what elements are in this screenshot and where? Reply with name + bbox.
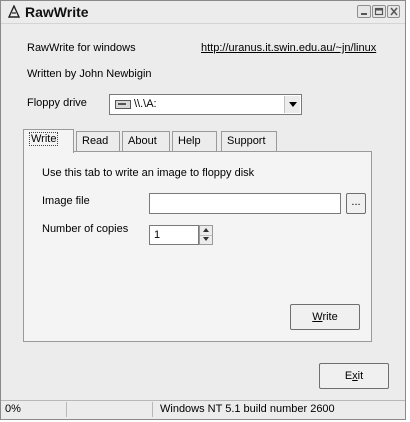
status-cell-2 [69, 402, 153, 417]
copies-input[interactable]: 1 [149, 225, 199, 245]
spin-down-icon[interactable] [200, 235, 212, 244]
write-button[interactable]: Write [290, 304, 360, 330]
status-os-info: Windows NT 5.1 build number 2600 [160, 403, 335, 415]
tab-about-label: About [128, 135, 157, 147]
project-url-link[interactable]: http://uranus.it.swin.edu.au/~jn/linux [201, 42, 376, 54]
app-icon [7, 4, 21, 19]
floppy-drive-value: \\.\A: [134, 98, 157, 110]
write-button-accel: W [312, 311, 323, 323]
window-title: RawWrite [25, 4, 89, 20]
tab-write[interactable]: Write [23, 129, 74, 153]
dropdown-arrow-icon[interactable] [284, 96, 300, 113]
image-file-input[interactable] [149, 193, 341, 214]
tab-write-label: Write [29, 132, 59, 146]
copies-value: 1 [154, 229, 161, 241]
author-label: Written by John Newbigin [27, 68, 152, 80]
tab-support-label: Support [227, 135, 266, 147]
browse-button[interactable]: ... [346, 193, 366, 214]
write-instruction: Use this tab to write an image to floppy… [42, 167, 255, 179]
tab-read-label: Read [82, 135, 109, 147]
floppy-drive-label: Floppy drive [27, 97, 87, 109]
image-file-label: Image file [42, 195, 90, 207]
floppy-drive-icon [115, 100, 131, 112]
maximize-button[interactable] [372, 5, 386, 18]
title-bar[interactable]: RawWrite [1, 1, 405, 24]
app-name-label: RawWrite for windows [27, 42, 136, 54]
floppy-drive-select[interactable]: \\.\A: [109, 94, 302, 115]
rawwrite-window: RawWrite RawWrite for windows http://ura… [0, 0, 406, 420]
minimize-button[interactable] [357, 5, 371, 18]
tab-help-label: Help [178, 135, 201, 147]
exit-button-rest: it [357, 370, 364, 382]
tab-read[interactable]: Read [76, 131, 120, 151]
tab-about[interactable]: About [122, 131, 170, 151]
status-bar: 0% Windows NT 5.1 build number 2600 [1, 400, 405, 419]
copies-spinner[interactable] [199, 225, 213, 245]
tab-support[interactable]: Support [221, 131, 277, 151]
tab-help[interactable]: Help [172, 131, 217, 151]
close-button[interactable] [387, 5, 400, 18]
copies-label: Number of copies [42, 223, 129, 235]
write-button-rest: rite [322, 311, 338, 323]
exit-button[interactable]: Exit [319, 363, 389, 389]
status-progress: 0% [3, 402, 67, 417]
